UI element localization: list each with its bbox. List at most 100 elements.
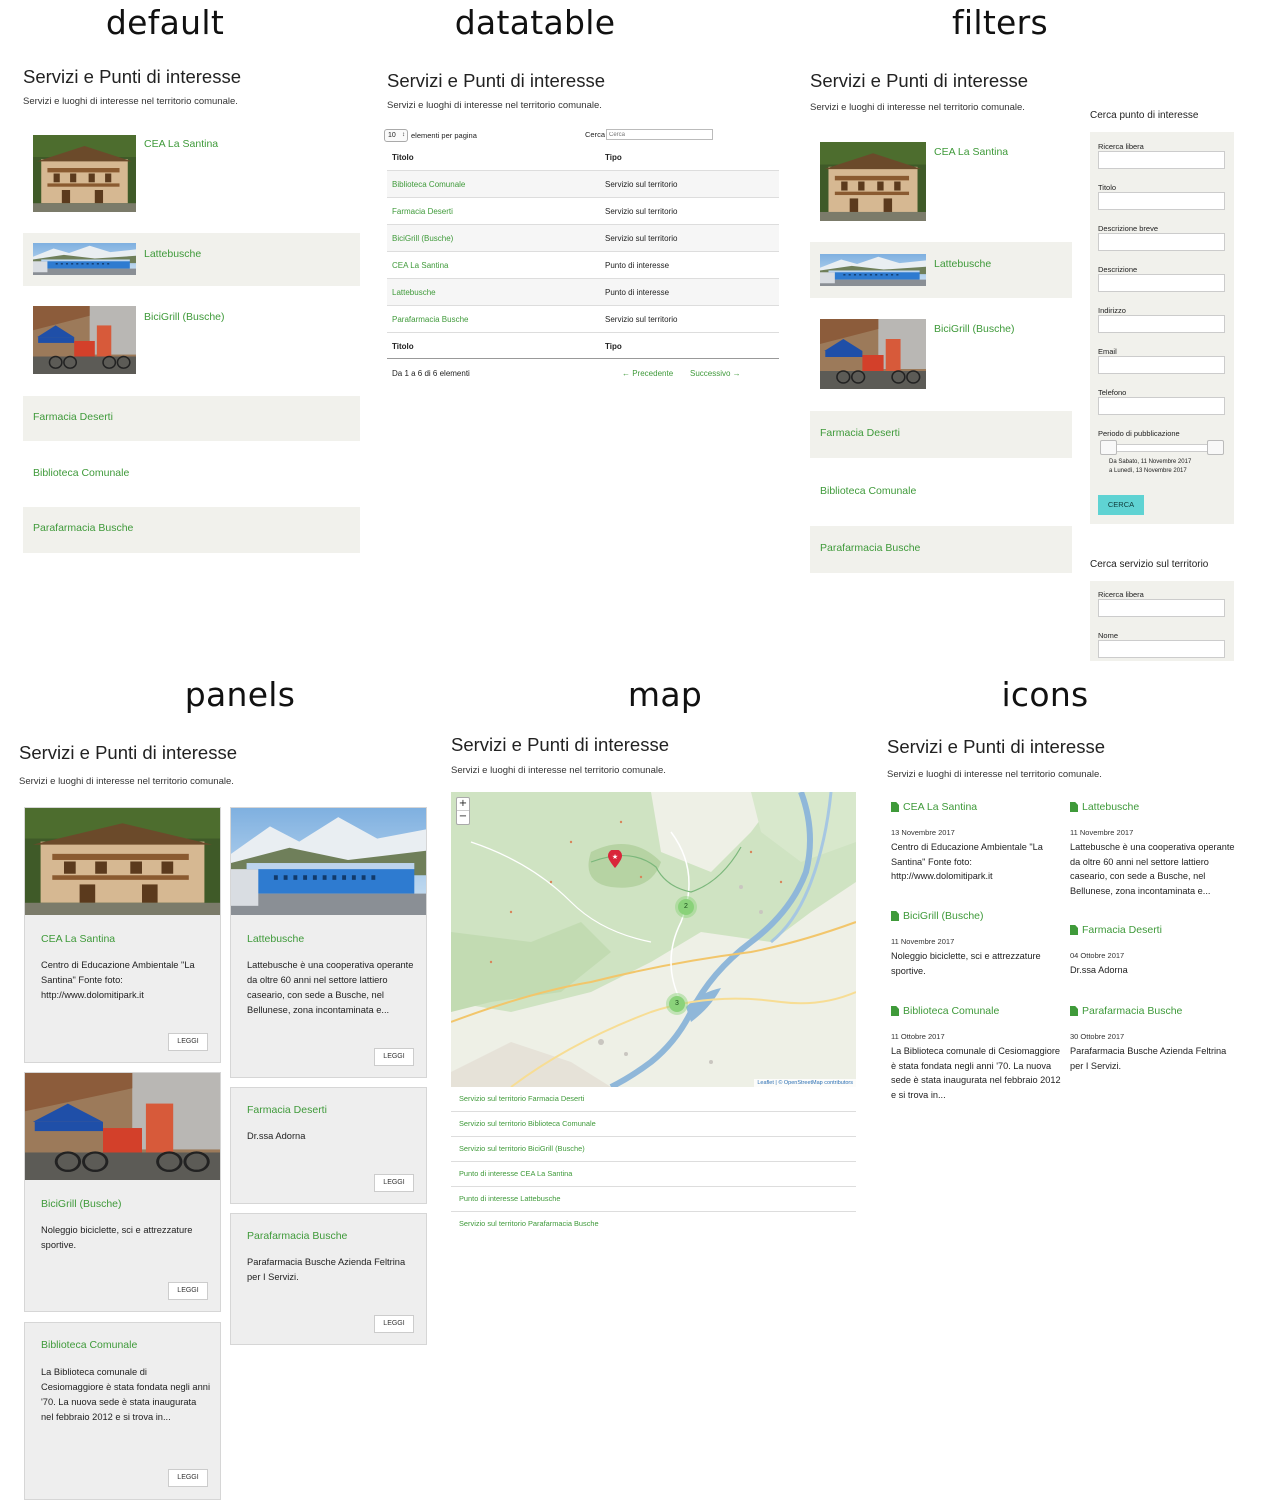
row-type: Servizio sul territorio (605, 315, 678, 324)
item-link[interactable]: Farmacia Deserti (1082, 924, 1162, 936)
item-link[interactable]: CEA La Santina (934, 146, 1008, 158)
page-description: Servizi e luoghi di interesse nel territ… (387, 100, 602, 111)
table-row: Biblioteca Comunale Servizio sul territor… (387, 170, 779, 197)
read-more-button[interactable]: LEGGI (168, 1033, 208, 1051)
item-photo[interactable] (820, 254, 926, 286)
map-attribution[interactable]: Leaflet | © OpenStreetMap contributors (754, 1079, 856, 1087)
zoom-in-button[interactable]: + (457, 798, 469, 811)
panels-view: Servizi e Punti di interesse Servizi e l… (19, 738, 439, 1500)
item-link[interactable]: Farmacia Deserti (33, 411, 113, 423)
free-search-input[interactable] (1098, 151, 1225, 169)
read-more-button[interactable]: LEGGI (168, 1282, 208, 1300)
item-link[interactable]: BiciGrill (Busche) (144, 311, 225, 323)
read-more-button[interactable]: LEGGI (374, 1174, 414, 1192)
item-link[interactable]: Biblioteca Comunale (903, 1005, 999, 1017)
description-input[interactable] (1098, 274, 1225, 292)
card-photo[interactable] (25, 1073, 220, 1180)
item-link[interactable]: Parafarmacia Busche (33, 522, 133, 534)
list-item: CEA La Santina (23, 128, 360, 218)
item-link[interactable]: BiciGrill (Busche) (903, 910, 984, 922)
item-photo[interactable] (33, 243, 136, 275)
map-marker-icon[interactable]: ★ (608, 849, 622, 868)
search-input[interactable] (606, 129, 713, 140)
service-free-search-input[interactable] (1098, 599, 1225, 617)
list-item: Biblioteca Comunale (23, 452, 360, 497)
card-photo[interactable] (231, 808, 426, 915)
item-title: Parafarmacia Busche (1070, 1005, 1182, 1017)
card-title-link[interactable]: Parafarmacia Busche (247, 1230, 347, 1242)
period-slider-track[interactable] (1102, 444, 1224, 452)
column-header-titolo[interactable]: Titolo (392, 153, 414, 162)
email-input[interactable] (1098, 356, 1225, 374)
row-title-link[interactable]: Parafarmacia Busche (392, 315, 468, 324)
map-list-link[interactable]: Punto di interesse Lattebusche (459, 1194, 560, 1203)
row-title-link[interactable]: Biblioteca Comunale (392, 180, 465, 189)
card-title-link[interactable]: Lattebusche (247, 933, 304, 945)
column-footer-titolo: Titolo (392, 342, 414, 351)
list-item: Biblioteca Comunale (810, 469, 1072, 515)
map-list-link[interactable]: Servizio sul territorio Biblioteca Comun… (459, 1119, 596, 1128)
card-title-link[interactable]: BiciGrill (Busche) (41, 1198, 122, 1210)
item-photo[interactable] (820, 319, 926, 389)
list-item: CEA La Santina 13 Novembre 2017 Centro d… (891, 801, 1066, 901)
item-link[interactable]: Parafarmacia Busche (1082, 1005, 1182, 1017)
item-link[interactable]: CEA La Santina (903, 801, 977, 813)
item-link[interactable]: CEA La Santina (144, 138, 218, 150)
read-more-button[interactable]: LEGGI (374, 1048, 414, 1066)
next-page-link[interactable]: Successivo → (690, 369, 741, 378)
section-label-map: map (627, 675, 703, 714)
item-link[interactable]: Biblioteca Comunale (33, 467, 129, 479)
item-link[interactable]: Parafarmacia Busche (820, 542, 920, 554)
search-button[interactable]: CERCA (1098, 495, 1144, 515)
row-title-link[interactable]: CEA La Santina (392, 261, 448, 270)
page-title: Servizi e Punti di interesse (810, 70, 1028, 91)
short-description-input[interactable] (1098, 233, 1225, 251)
map-list-link[interactable]: Servizio sul territorio BiciGrill (Busch… (459, 1144, 585, 1153)
card-title-link[interactable]: Farmacia Deserti (247, 1104, 327, 1116)
prev-page-link[interactable]: ← Precedente (622, 369, 673, 378)
row-title-link[interactable]: Lattebusche (392, 288, 436, 297)
card-title-link[interactable]: CEA La Santina (41, 933, 115, 945)
item-link[interactable]: Biblioteca Comunale (820, 485, 916, 497)
period-slider-end-handle[interactable] (1207, 440, 1224, 455)
map-list-link[interactable]: Servizio sul territorio Parafarmacia Bus… (459, 1219, 599, 1228)
row-title-link[interactable]: BiciGrill (Busche) (392, 234, 453, 243)
read-more-button[interactable]: LEGGI (168, 1469, 208, 1487)
card: Parafarmacia Busche Parafarmacia Busche … (230, 1213, 427, 1345)
item-link[interactable]: Lattebusche (934, 258, 991, 270)
item-photo[interactable] (33, 135, 136, 212)
list-item: BiciGrill (Busche) (810, 312, 1072, 394)
page-description: Servizi e luoghi di interesse nel territ… (810, 102, 1025, 113)
phone-input[interactable] (1098, 397, 1225, 415)
card-title-link[interactable]: Biblioteca Comunale (41, 1339, 137, 1351)
item-photo[interactable] (33, 306, 136, 374)
zoom-out-button[interactable]: − (457, 811, 469, 824)
service-name-input[interactable] (1098, 640, 1225, 658)
map-cluster-marker[interactable]: 2 (678, 899, 694, 915)
row-title-link[interactable]: Farmacia Deserti (392, 207, 453, 216)
item-link[interactable]: Lattebusche (1082, 801, 1139, 813)
item-link[interactable]: Farmacia Deserti (820, 427, 900, 439)
field-label: Ricerca libera (1098, 590, 1144, 599)
map-canvas[interactable]: + − ★ 2 3 Leaflet | © OpenStreetMap cont… (451, 792, 856, 1087)
card-photo[interactable] (25, 808, 220, 915)
map-zoom-control: + − (456, 797, 470, 825)
item-photo[interactable] (820, 142, 926, 221)
address-input[interactable] (1098, 315, 1225, 333)
read-more-button[interactable]: LEGGI (374, 1315, 414, 1333)
page-size-label: elementi per pagina (411, 131, 477, 140)
page-title: Servizi e Punti di interesse (451, 734, 669, 755)
period-slider-start-handle[interactable] (1100, 440, 1117, 455)
page-size-select[interactable]: 10 ↕ (384, 129, 408, 142)
map-cluster-marker[interactable]: 3 (669, 996, 685, 1012)
title-input[interactable] (1098, 192, 1225, 210)
map-list-link[interactable]: Punto di interesse CEA La Santina (459, 1169, 572, 1178)
table-row: Parafarmacia Busche Servizio sul territor… (387, 305, 779, 332)
map-tiles[interactable] (451, 792, 856, 1087)
item-link[interactable]: Lattebusche (144, 248, 201, 260)
column-header-tipo[interactable]: Tipo (605, 153, 622, 162)
list-item: Parafarmacia Busche (23, 507, 360, 553)
item-link[interactable]: BiciGrill (Busche) (934, 323, 1015, 335)
table-info: Da 1 a 6 di 6 elementi (392, 369, 470, 378)
map-list-link[interactable]: Servizio sul territorio Farmacia Deserti (459, 1094, 584, 1103)
